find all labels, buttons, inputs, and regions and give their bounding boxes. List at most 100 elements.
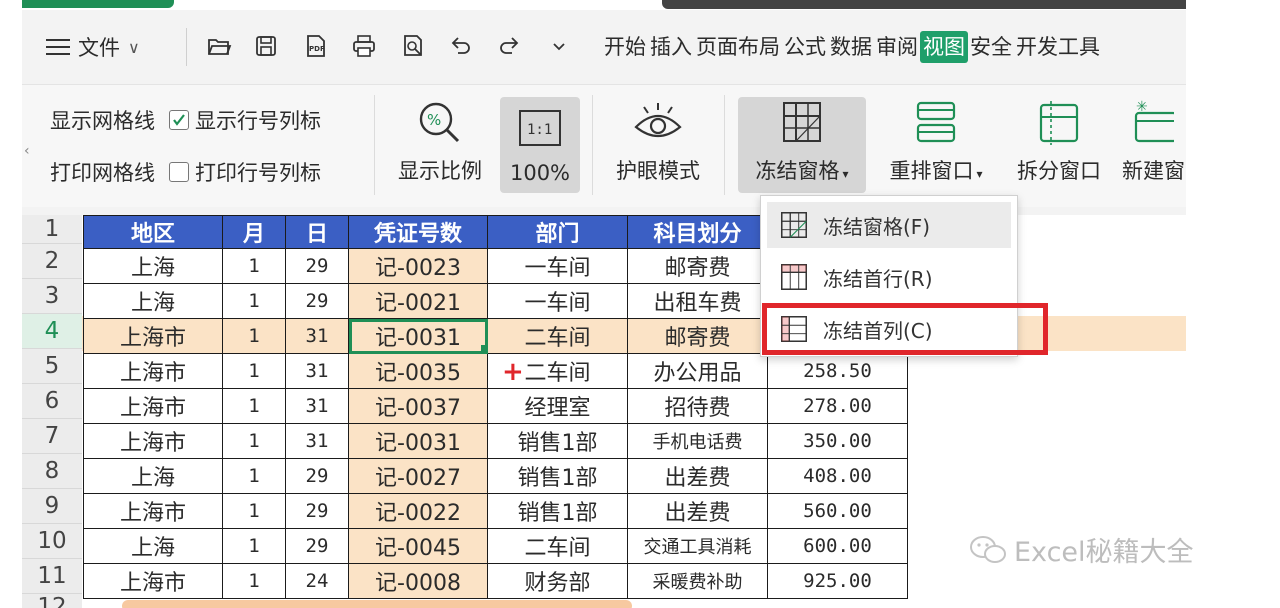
row-header[interactable]: 2 xyxy=(22,244,82,279)
document-tab[interactable] xyxy=(22,0,174,8)
cell[interactable]: 24 xyxy=(285,563,349,599)
cell[interactable]: 经理室 xyxy=(487,388,628,424)
row-header[interactable]: 10 xyxy=(22,524,82,559)
fill-handle[interactable] xyxy=(481,345,488,352)
cell[interactable]: 记-0031 xyxy=(348,423,488,459)
cell[interactable]: 29 xyxy=(285,458,349,494)
cell[interactable]: 上海 xyxy=(83,283,223,319)
freeze-panes-button[interactable]: 冻结窗格 ▾ xyxy=(738,97,866,193)
column-header[interactable]: 月 xyxy=(222,215,286,249)
row-header[interactable]: 8 xyxy=(22,454,82,489)
cell[interactable]: 一车间 xyxy=(487,248,628,284)
cell[interactable]: 招待费 xyxy=(627,388,768,424)
save-icon[interactable] xyxy=(251,31,281,61)
cell[interactable]: 办公用品 xyxy=(627,353,768,389)
cell[interactable]: 记-0045 xyxy=(348,528,488,564)
tab-home[interactable]: 开始 xyxy=(602,31,648,63)
cell[interactable]: 出差费 xyxy=(627,493,768,529)
cell[interactable]: 600.00 xyxy=(767,528,908,564)
cell[interactable]: 记-0008 xyxy=(348,563,488,599)
tab-data[interactable]: 数据 xyxy=(828,31,874,63)
cell[interactable]: 出租车费 xyxy=(627,283,768,319)
cell[interactable]: 31 xyxy=(285,353,349,389)
cell[interactable]: 交通工具消耗 xyxy=(627,528,768,564)
row-header[interactable]: 12 xyxy=(22,594,82,608)
cell[interactable]: 350.00 xyxy=(767,423,908,459)
cell[interactable]: 上海 xyxy=(83,248,223,284)
cell[interactable]: 上海市 xyxy=(83,493,223,529)
row-header[interactable]: 3 xyxy=(22,279,82,314)
tab-security[interactable]: 安全 xyxy=(968,31,1014,63)
print-icon[interactable] xyxy=(349,31,379,61)
row-header[interactable]: 5 xyxy=(22,349,82,384)
cell[interactable]: 1 xyxy=(222,353,286,389)
row-header[interactable]: 11 xyxy=(22,559,82,594)
cell[interactable]: 记-0022 xyxy=(348,493,488,529)
cell[interactable]: 1 xyxy=(222,563,286,599)
zoom-100-button[interactable]: 1:1 100% xyxy=(500,97,580,193)
cell[interactable]: 1 xyxy=(222,248,286,284)
cell[interactable]: 29 xyxy=(285,283,349,319)
column-header[interactable]: 科目划分 xyxy=(627,215,768,249)
row-header[interactable]: 1 xyxy=(22,215,82,244)
cell[interactable]: 1 xyxy=(222,458,286,494)
file-menu-button[interactable]: 文件 ∨ xyxy=(46,32,140,62)
cell[interactable]: 上海 xyxy=(83,528,223,564)
new-window-button[interactable]: ✳ 新建窗 xyxy=(1122,97,1186,193)
open-icon[interactable] xyxy=(204,31,234,61)
print-headings-label[interactable]: 打印行号列标 xyxy=(195,157,321,187)
cell[interactable]: 1 xyxy=(222,388,286,424)
cell[interactable]: 29 xyxy=(285,493,349,529)
row-header[interactable]: 6 xyxy=(22,384,82,419)
print-gridlines-label[interactable]: 打印网格线 xyxy=(50,157,155,187)
eye-protection-button[interactable]: 护眼模式 xyxy=(606,97,710,193)
split-window-button[interactable]: 拆分窗口 xyxy=(1008,97,1110,193)
cell[interactable]: 上海市 xyxy=(83,563,223,599)
cell[interactable]: 258.50 xyxy=(767,353,908,389)
cell[interactable]: 记-0027 xyxy=(348,458,488,494)
cell[interactable]: 278.00 xyxy=(767,388,908,424)
cell[interactable]: 记-0037 xyxy=(348,388,488,424)
cell[interactable]: 上海 xyxy=(83,458,223,494)
cell[interactable]: 1 xyxy=(222,528,286,564)
tab-review[interactable]: 审阅 xyxy=(874,31,920,63)
tab-view[interactable]: 视图 xyxy=(920,31,968,63)
cell[interactable]: 560.00 xyxy=(767,493,908,529)
cell[interactable]: 邮寄费 xyxy=(627,248,768,284)
quick-access-more-icon[interactable] xyxy=(544,31,574,61)
cell[interactable]: 上海市 xyxy=(83,388,223,424)
cell[interactable]: 销售1部 xyxy=(487,458,628,494)
column-header[interactable]: 凭证号数 xyxy=(348,215,488,249)
cell[interactable]: 一车间 xyxy=(487,283,628,319)
cell[interactable]: 销售1部 xyxy=(487,493,628,529)
column-header[interactable]: 日 xyxy=(285,215,349,249)
cell[interactable]: 1 xyxy=(222,493,286,529)
cell[interactable]: 手机电话费 xyxy=(627,423,768,459)
cell[interactable]: 财务部 xyxy=(487,563,628,599)
cell[interactable]: 记-0023 xyxy=(348,248,488,284)
show-headings-checkbox[interactable] xyxy=(169,110,189,130)
row-header-selected[interactable]: 4 xyxy=(22,314,82,349)
cell[interactable]: 记-0035 xyxy=(348,353,488,389)
tab-page-layout[interactable]: 页面布局 xyxy=(694,31,782,63)
show-headings-label[interactable]: 显示行号列标 xyxy=(195,105,321,135)
tab-developer[interactable]: 开发工具 xyxy=(1014,31,1102,63)
cell[interactable]: 上海市 xyxy=(83,423,223,459)
cell[interactable]: 29 xyxy=(285,528,349,564)
cell[interactable]: 31 xyxy=(285,423,349,459)
row-header[interactable]: 9 xyxy=(22,489,82,524)
cell[interactable]: 1 xyxy=(222,318,286,354)
ribbon-scroll-left-icon[interactable]: ‹ xyxy=(24,143,30,159)
undo-icon[interactable] xyxy=(446,31,476,61)
cell[interactable]: 采暖费补助 xyxy=(627,563,768,599)
cell[interactable]: 31 xyxy=(285,318,349,354)
export-pdf-icon[interactable]: PDF xyxy=(301,31,331,61)
cell[interactable]: 31 xyxy=(285,388,349,424)
cell[interactable]: 1 xyxy=(222,283,286,319)
freeze-top-row-option[interactable]: 冻结首行(R) xyxy=(767,254,1011,300)
cell[interactable]: 邮寄费 xyxy=(627,318,768,354)
cell[interactable]: 上海市 xyxy=(83,318,223,354)
print-headings-checkbox[interactable] xyxy=(169,162,189,182)
tab-formulas[interactable]: 公式 xyxy=(782,31,828,63)
print-preview-icon[interactable] xyxy=(398,31,428,61)
